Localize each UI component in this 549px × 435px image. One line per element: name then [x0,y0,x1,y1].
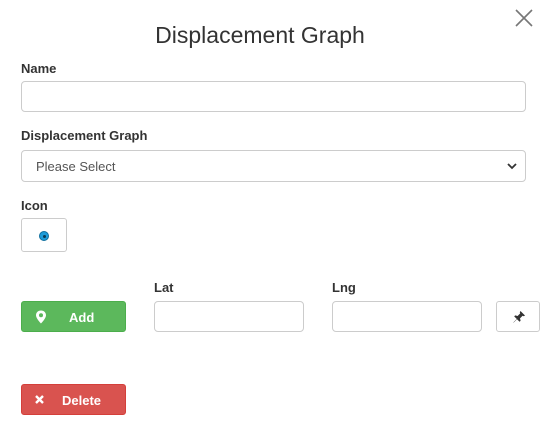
map-marker-icon [36,310,46,324]
icon-label: Icon [21,198,48,213]
displacement-graph-selected-value: Please Select [36,159,116,174]
displacement-graph-select[interactable]: Please Select [21,150,526,182]
add-button-label: Add [69,310,95,325]
delete-button[interactable]: Delete [21,384,126,415]
name-input[interactable] [21,81,526,112]
close-button[interactable] [512,6,536,30]
x-icon [35,395,44,404]
pick-location-button[interactable] [496,301,540,332]
displacement-graph-label: Displacement Graph [21,128,148,143]
lat-label: Lat [154,280,174,295]
blue-dot-marker-icon [39,231,49,241]
lat-input[interactable] [154,301,304,332]
pushpin-icon [513,311,525,323]
icon-picker-button[interactable] [21,218,67,252]
dialog-title: Displacement Graph [155,22,365,48]
name-label: Name [21,61,57,76]
add-button[interactable]: Add [21,301,126,332]
lng-input[interactable] [332,301,482,332]
lng-label: Lng [332,280,356,295]
chevron-down-icon [507,163,517,170]
close-icon [515,9,533,27]
delete-button-label: Delete [62,393,102,408]
